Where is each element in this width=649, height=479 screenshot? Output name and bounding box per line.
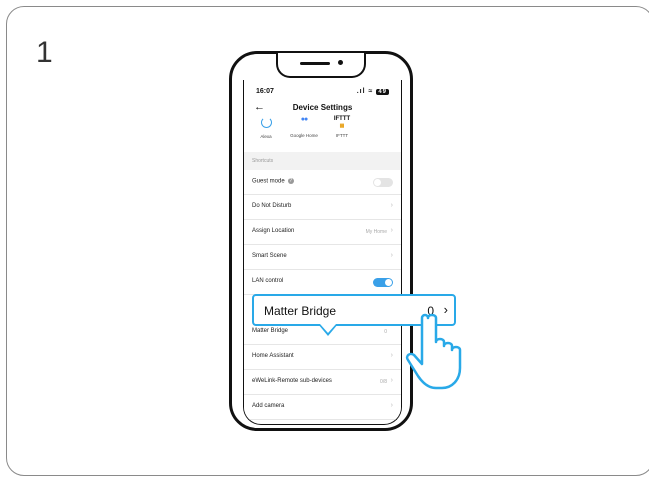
row-label: Assign Location [252,228,295,234]
row-add-camera[interactable]: Add camera › [244,395,401,420]
camera-icon [338,60,343,65]
integration-ifttt[interactable]: IFTTT ▦ IFTTT [322,116,362,138]
row-label: Home Assistant [252,353,294,359]
speaker-icon [300,62,330,65]
integration-label: Google Home [290,133,318,138]
integrations-row: Alexa ●● Google Home IFTTT ▦ IFTTT [244,116,401,146]
help-icon[interactable]: ? [287,178,294,184]
chevron-right-icon: › [390,252,393,259]
google-home-icon: ●● [300,116,308,123]
row-assign-location[interactable]: Assign Location My Home › [244,220,401,245]
signal-icon: .ıl [356,88,366,95]
integration-google-home[interactable]: ●● Google Home [284,116,324,138]
row-label: Smart Scene [252,253,287,259]
section-title: Shortcuts [252,158,274,164]
step-number: 1 [36,36,53,69]
nav-bar: ← Device Settings [244,101,401,116]
page-title: Device Settings [292,103,353,112]
chevron-right-icon: › [390,402,393,409]
chevron-right-icon: › [390,202,393,209]
row-label: Matter Bridge [252,328,289,334]
callout-tail-inner [320,324,336,333]
toggle-switch[interactable] [373,278,393,287]
phone-screen: 16:07 .ıl ≈ 49 ← Device Settings Alexa ●… [243,80,402,425]
status-icons: .ıl ≈ 49 [357,88,389,95]
chevron-right-icon: › [390,377,393,384]
status-bar: 16:07 .ıl ≈ 49 [244,88,401,100]
integration-label: Alexa [260,134,272,139]
row-value: My Home [365,229,387,235]
row-label: LAN control [252,278,284,284]
status-time: 16:07 [256,88,274,95]
chevron-right-icon: › [390,352,393,359]
row-value: 0 [384,329,387,335]
row-home-assistant[interactable]: Home Assistant › [244,345,401,370]
row-smart-scene[interactable]: Smart Scene › [244,245,401,270]
section-header: Shortcuts [244,152,401,170]
row-label: Add camera [252,403,285,409]
row-value: 0/8 [380,379,387,385]
row-ewelink-remote[interactable]: eWeLink-Remote sub-devices 0/8 › [244,370,401,395]
integration-label: IFTTT [335,133,349,138]
toggle-switch[interactable] [373,178,393,187]
callout-label: Matter Bridge [264,304,337,318]
chevron-right-icon: › [390,227,393,234]
row-lan-control[interactable]: LAN control [244,270,401,295]
tap-hand-icon [405,313,462,390]
alexa-icon [260,117,272,128]
row-guest-mode[interactable]: Guest mode? [244,170,401,195]
row-label: Do Not Disturb [252,203,292,209]
phone-notch [276,53,366,78]
battery-icon: 49 [376,89,389,95]
wifi-icon: ≈ [368,88,374,95]
row-label: Guest mode [252,178,285,185]
row-do-not-disturb[interactable]: Do Not Disturb › [244,195,401,220]
ifttt-icon: IFTTT ▦ [333,116,351,129]
row-label: eWeLink-Remote sub-devices [252,378,332,384]
integration-alexa[interactable]: Alexa [246,116,286,139]
